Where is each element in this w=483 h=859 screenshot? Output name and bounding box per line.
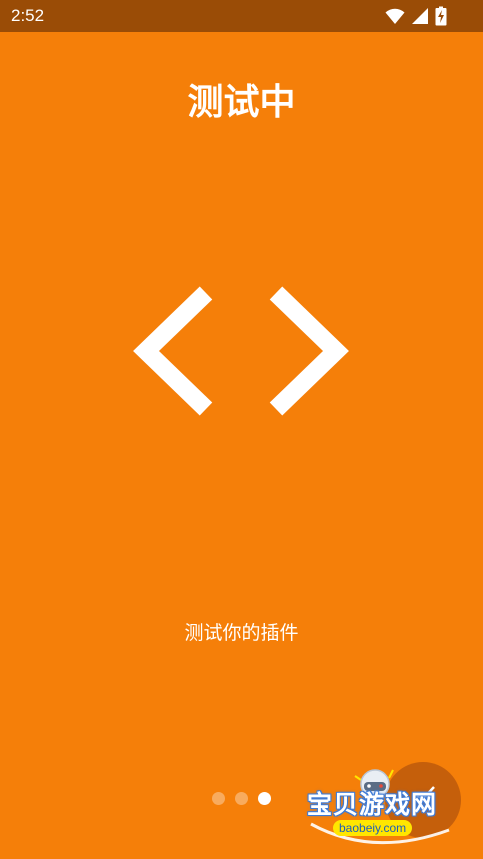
page-dot-1[interactable] — [212, 792, 225, 805]
page-dot-2[interactable] — [235, 792, 248, 805]
code-brackets-icon — [132, 284, 352, 418]
site-watermark: 宝贝游戏网 baobeiy.com — [303, 758, 463, 853]
wifi-icon — [385, 6, 405, 26]
battery-charging-icon — [435, 6, 447, 26]
page-title: 测试中 — [187, 82, 296, 123]
status-icons — [385, 6, 447, 26]
status-time: 2:52 — [11, 6, 45, 25]
page-dot-3-active[interactable] — [258, 792, 271, 805]
status-bar: 2:52 — [0, 0, 483, 32]
watermark-url: baobeiy.com — [333, 820, 413, 836]
cellular-signal-icon — [411, 6, 429, 26]
watermark-name: 宝贝游戏网 — [307, 790, 438, 819]
page-subtitle: 测试你的插件 — [184, 622, 299, 644]
page-indicator — [212, 792, 271, 805]
